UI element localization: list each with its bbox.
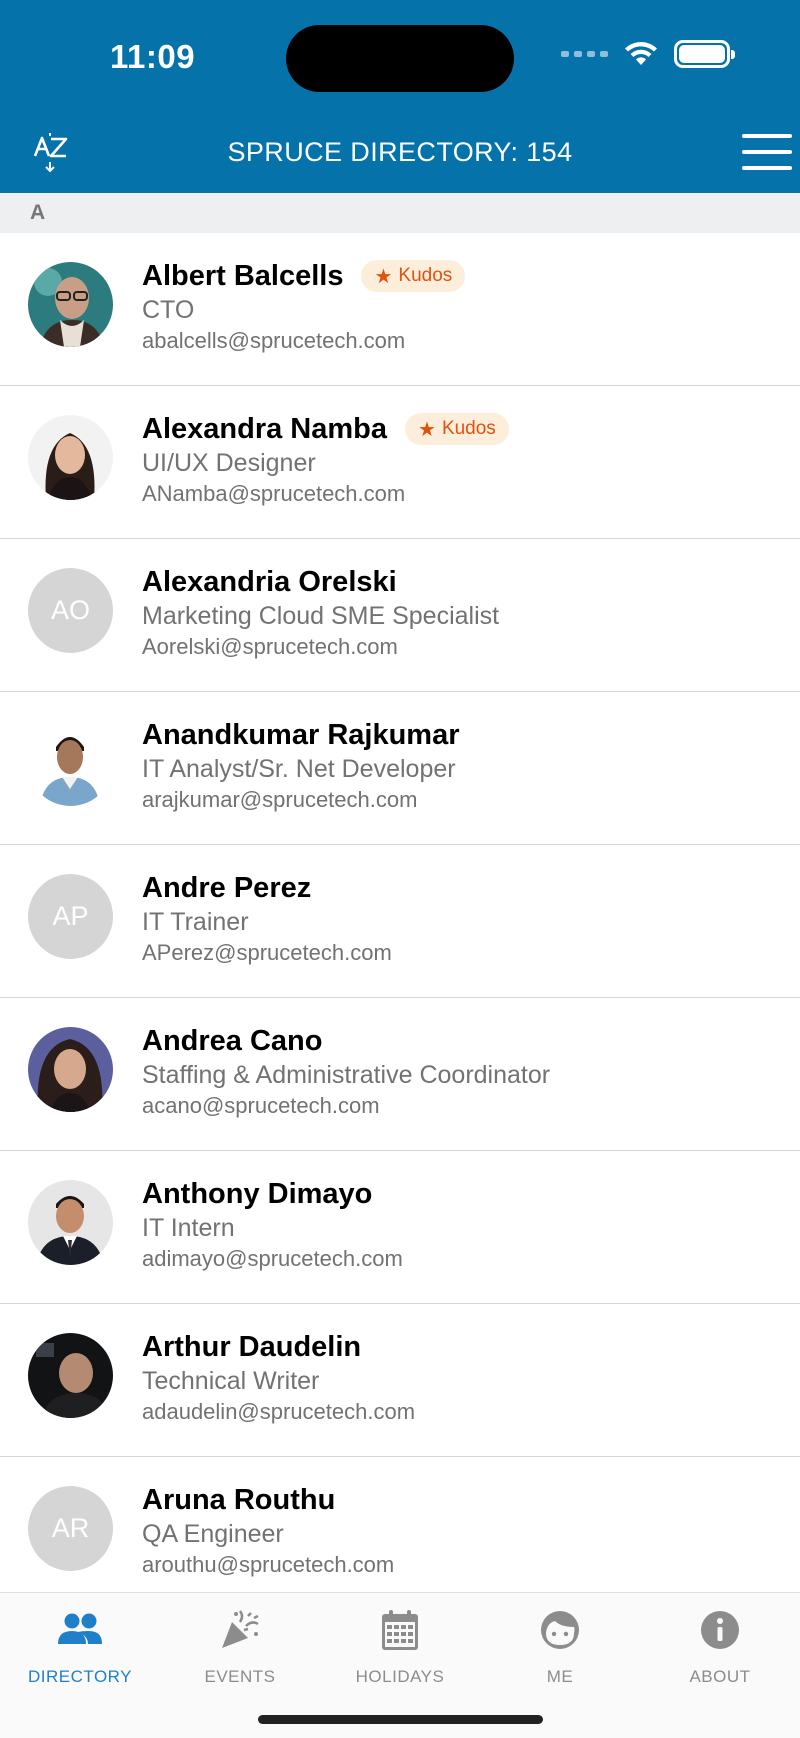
avatar — [28, 721, 113, 806]
home-indicator — [258, 1715, 543, 1724]
avatar — [28, 1333, 113, 1418]
person-title: IT Intern — [142, 1214, 235, 1242]
star-icon: ★ — [374, 265, 393, 288]
page-title: SPRUCE DIRECTORY: 154 — [227, 137, 573, 167]
person-title: IT Trainer — [142, 908, 249, 936]
calendar-icon — [382, 1610, 418, 1650]
status-icons — [561, 40, 735, 68]
list-item[interactable]: Arthur Daudelin Technical Writer adaudel… — [0, 1304, 800, 1457]
person-name: Alexandra Namba — [142, 412, 387, 445]
list-item[interactable]: AO Alexandria Orelski Marketing Cloud SM… — [0, 539, 800, 692]
tab-holidays[interactable]: HOLIDAYS — [320, 1607, 480, 1687]
avatar-photo — [28, 1180, 113, 1265]
avatar — [28, 1180, 113, 1265]
section-header: A — [0, 193, 800, 233]
person-email: adaudelin@sprucetech.com — [142, 1399, 416, 1424]
person-email: arajkumar@sprucetech.com — [142, 787, 418, 812]
avatar-initials: AO — [28, 568, 113, 653]
avatar-photo — [28, 721, 113, 806]
person-name: Albert Balcells — [142, 259, 344, 292]
list-item[interactable]: Alexandra Namba ★ Kudos UI/UX Designer AN… — [0, 386, 800, 539]
person-title: IT Analyst/Sr. Net Developer — [142, 755, 456, 783]
avatar-photo — [28, 415, 113, 500]
section-letter: A — [30, 201, 46, 224]
party-popper-icon — [222, 1610, 259, 1648]
person-name: Anandkumar Rajkumar — [142, 718, 460, 751]
list-item[interactable]: Anthony Dimayo IT Intern adimayo@sprucet… — [0, 1151, 800, 1304]
list-item[interactable]: AP Andre Perez IT Trainer APerez@sprucet… — [0, 845, 800, 998]
person-email: abalcells@sprucetech.com — [142, 328, 406, 353]
star-icon: ★ — [418, 418, 436, 441]
tab-directory[interactable]: DIRECTORY — [0, 1607, 160, 1687]
menu-icon — [742, 134, 792, 138]
person-name: Andre Perez — [142, 871, 312, 904]
kudos-badge: ★ Kudos — [405, 413, 509, 445]
avatar — [28, 1027, 113, 1112]
list-item[interactable]: Anandkumar Rajkumar IT Analyst/Sr. Net D… — [0, 692, 800, 845]
wifi-icon — [625, 42, 657, 65]
dynamic-island — [286, 25, 514, 92]
person-name: Aruna Routhu — [142, 1483, 336, 1516]
list-item[interactable]: Albert Balcells ★ Kudos CTO abalcells@spr… — [0, 233, 800, 386]
avatar-initials: AR — [28, 1486, 113, 1571]
avatar-photo — [28, 262, 113, 347]
tab-about[interactable]: ABOUT — [640, 1607, 800, 1687]
person-email: acano@sprucetech.com — [142, 1093, 380, 1118]
people-icon — [58, 1613, 102, 1644]
list-item[interactable]: Andrea Cano Staffing & Administrative Co… — [0, 998, 800, 1151]
person-title: Technical Writer — [142, 1367, 320, 1395]
tab-me[interactable]: ME — [480, 1607, 640, 1687]
person-name: Andrea Cano — [142, 1024, 323, 1057]
avatar-initials: AP — [28, 874, 113, 959]
person-email: ANamba@sprucetech.com — [142, 481, 406, 506]
avatar — [28, 415, 113, 500]
person-email: adimayo@sprucetech.com — [142, 1246, 403, 1271]
tab-events[interactable]: EVENTS — [160, 1607, 320, 1687]
person-title: Staffing & Administrative Coordinator — [142, 1061, 551, 1089]
info-icon — [701, 1611, 739, 1649]
person-email: arouthu@sprucetech.com — [142, 1552, 395, 1577]
status-time: 11:09 — [110, 38, 196, 75]
person-email: Aorelski@sprucetech.com — [142, 634, 398, 659]
person-name: Alexandria Orelski — [142, 565, 397, 598]
list-item[interactable]: AR Aruna Routhu QA Engineer arouthu@spru… — [0, 1457, 800, 1610]
person-title: Marketing Cloud SME Specialist — [142, 602, 500, 630]
person-name: Arthur Daudelin — [142, 1330, 362, 1363]
app-header: 11:09 SPRUCE DIRECTORY: 154 — [0, 0, 800, 193]
person-title: UI/UX Designer — [142, 449, 316, 477]
person-title: QA Engineer — [142, 1520, 284, 1548]
directory-list: Albert Balcells ★ Kudos CTO abalcells@spr… — [0, 233, 800, 1610]
cellular-signal-icon — [561, 51, 608, 57]
face-icon — [541, 1611, 579, 1649]
avatar-photo — [28, 1333, 113, 1418]
person-title: CTO — [142, 296, 195, 324]
battery-icon — [674, 40, 735, 68]
avatar — [28, 262, 113, 347]
person-name: Anthony Dimayo — [142, 1177, 373, 1210]
hamburger-menu-button[interactable] — [742, 134, 792, 170]
kudos-badge: ★ Kudos — [361, 260, 466, 292]
person-email: APerez@sprucetech.com — [142, 940, 392, 965]
avatar-photo — [28, 1027, 113, 1112]
